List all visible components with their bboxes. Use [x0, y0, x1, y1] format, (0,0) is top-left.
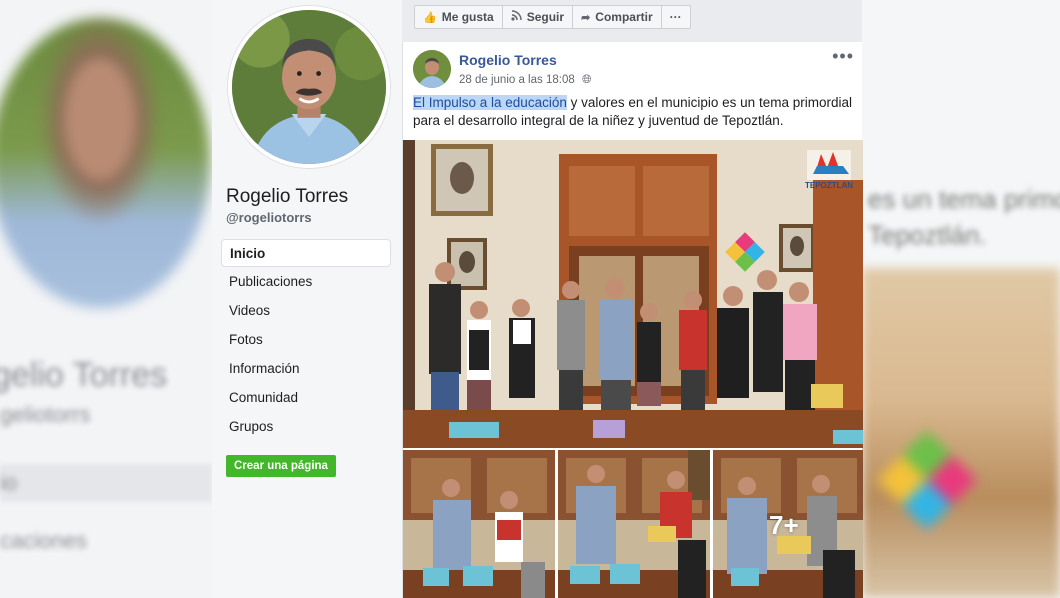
post-thumbnail-2[interactable]: [558, 450, 710, 598]
highlighted-text: El Impulso a la educación: [413, 95, 567, 110]
blurred-avatar: [0, 18, 210, 308]
page-handle[interactable]: @rogeliotorrs: [226, 210, 312, 225]
follow-button[interactable]: Seguir: [503, 6, 574, 28]
blurred-nav-text: io: [0, 470, 18, 495]
screenshot-stage: gelio Torres geliotorrs io caciones es u…: [0, 0, 1060, 598]
post-author-avatar[interactable]: [413, 50, 451, 88]
nav-item-publicaciones[interactable]: Publicaciones: [221, 268, 391, 296]
thumbnail-illustration-2: [558, 450, 710, 598]
follow-label: Seguir: [526, 10, 565, 24]
create-page-button[interactable]: Crear una página: [226, 455, 336, 477]
nav-item-inicio[interactable]: Inicio: [221, 239, 391, 267]
nav-item-comunidad[interactable]: Comunidad: [221, 384, 391, 412]
profile-avatar[interactable]: [228, 6, 390, 168]
author-avatar-illustration: [413, 50, 451, 88]
rss-icon: [511, 10, 522, 24]
blurred-left-background: gelio Torres geliotorrs io caciones: [0, 0, 212, 598]
like-label: Me gusta: [441, 10, 494, 24]
blurred-name: gelio Torres: [0, 356, 168, 394]
share-label: Compartir: [595, 10, 653, 24]
blurred-post-text-2: Tepoztlán.: [868, 220, 987, 250]
blurred-nav-text-2: caciones: [0, 528, 87, 553]
post-thumbnail-1[interactable]: [403, 450, 555, 598]
post-meta: 28 de junio a las 18:08 🌐︎: [459, 72, 592, 87]
thumbs-up-icon: 👍: [423, 11, 437, 24]
action-button-group: 👍 Me gusta Seguir ➦ Compartir ···: [414, 5, 691, 29]
nav-item-informacion[interactable]: Información: [221, 355, 391, 383]
blurred-nav-bar: [0, 464, 212, 502]
blurred-post-text-1: es un tema primor: [868, 184, 1060, 214]
blurred-right-background: es un tema primor Tepoztlán.: [862, 0, 1060, 598]
thumbnail-illustration-1: [403, 450, 555, 598]
share-arrow-icon: ➦: [581, 11, 591, 24]
profile-photo-illustration: [232, 10, 386, 164]
nav-item-grupos[interactable]: Grupos: [221, 413, 391, 441]
photo-logo-text: TEPOZTLAN: [805, 181, 853, 190]
page-title[interactable]: Rogelio Torres: [226, 186, 348, 208]
more-actions-button[interactable]: ···: [662, 6, 690, 28]
blurred-handle: geliotorrs: [0, 402, 91, 427]
post-timestamp[interactable]: 28 de junio a las 18:08: [459, 74, 575, 86]
page-action-bar: 👍 Me gusta Seguir ➦ Compartir ···: [402, 0, 862, 42]
post-main-photo[interactable]: TEPOZTLAN: [403, 140, 863, 448]
globe-icon[interactable]: 🌐︎: [582, 72, 592, 87]
nav-item-fotos[interactable]: Fotos: [221, 326, 391, 354]
share-button[interactable]: ➦ Compartir: [573, 6, 662, 28]
blurred-photo: [862, 268, 1060, 598]
nav-item-videos[interactable]: Videos: [221, 297, 391, 325]
more-photos-count[interactable]: 7+: [769, 510, 799, 541]
post-author-name[interactable]: Rogelio Torres: [459, 52, 557, 68]
post-body: El Impulso a la educación y valores en e…: [413, 94, 853, 130]
post-card: Rogelio Torres 28 de junio a las 18:08 🌐…: [402, 42, 863, 598]
post-options-button[interactable]: •••: [832, 46, 854, 67]
like-button[interactable]: 👍 Me gusta: [415, 6, 503, 28]
group-photo-illustration: TEPOZTLAN: [403, 140, 863, 448]
